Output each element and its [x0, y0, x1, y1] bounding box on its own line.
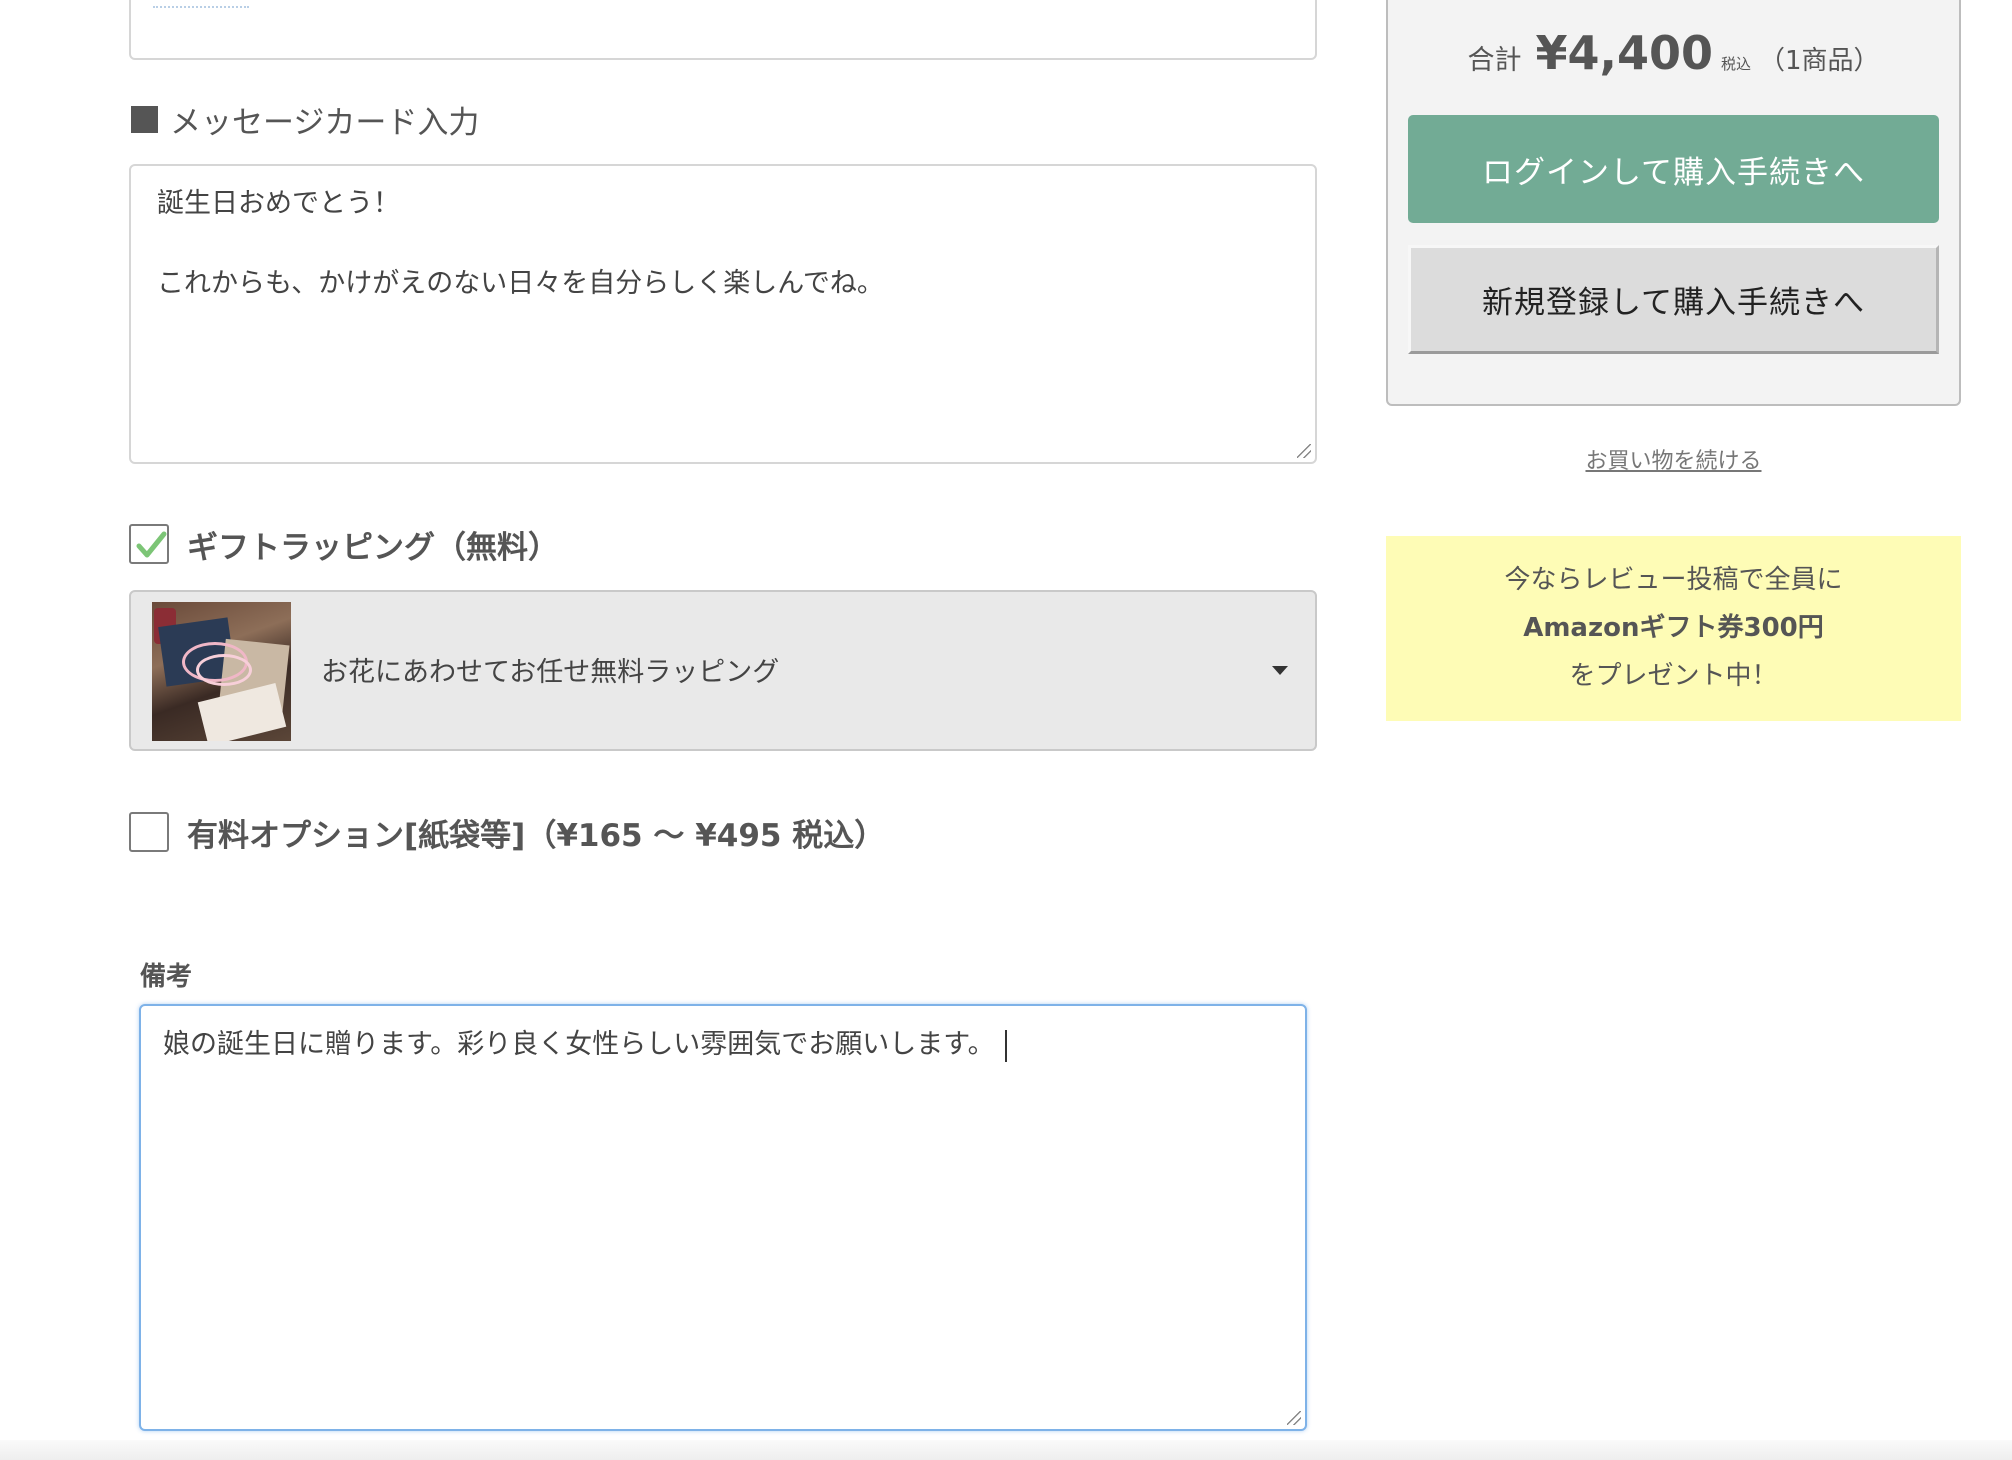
resize-handle-icon[interactable]: [1287, 1411, 1301, 1425]
wrapping-thumbnail: [152, 602, 291, 741]
register-checkout-button[interactable]: 新規登録して購入手続きへ: [1408, 245, 1939, 354]
total-label: 合計: [1467, 45, 1522, 76]
previous-field-content: [153, 0, 249, 8]
message-card-title: メッセージカード入力: [170, 104, 480, 141]
window-bottom-edge: [0, 1440, 2012, 1460]
message-card-textarea[interactable]: 誕生日おめでとう！ これからも、かけがえのない日々を自分らしく楽しんでね。: [129, 164, 1317, 464]
order-total: 合計 ¥4,400 税込 （1商品）: [1388, 26, 1959, 80]
promo-line: をプレゼント中！: [1569, 661, 1778, 691]
message-line: [157, 224, 1289, 264]
gift-wrapping-checkbox[interactable]: [129, 524, 169, 564]
remarks-value: 娘の誕生日に贈ります。彩り良く女性らしい雰囲気でお願いします。: [163, 1029, 995, 1060]
previous-field[interactable]: [129, 0, 1317, 60]
message-line: これからも、かけがえのない日々を自分らしく楽しんでね。: [157, 268, 884, 299]
remarks-label: 備考: [140, 962, 193, 992]
total-amount: ¥4,400: [1535, 26, 1713, 80]
order-summary-panel: 合計 ¥4,400 税込 （1商品） ログインして購入手続きへ 新規登録して購入手続き…: [1386, 0, 1961, 406]
checkmark-icon: [136, 531, 167, 558]
login-checkout-button[interactable]: ログインして購入手続きへ: [1408, 115, 1939, 223]
promo-line: Amazonギフト券300円: [1523, 613, 1824, 643]
remarks-textarea[interactable]: 娘の誕生日に贈ります。彩り良く女性らしい雰囲気でお願いします。: [139, 1004, 1307, 1431]
tax-label: 税込: [1720, 55, 1751, 73]
text-cursor: [1004, 1029, 1007, 1062]
message-card-heading: メッセージカード入力: [131, 97, 479, 141]
item-count: （1商品）: [1758, 46, 1880, 76]
wrapping-selected-option: お花にあわせてお任せ無料ラッピング: [321, 657, 780, 688]
review-promo-banner: 今ならレビュー投稿で全員に Amazonギフト券300円 をプレゼント中！: [1386, 536, 1961, 721]
wrapping-select[interactable]: お花にあわせてお任せ無料ラッピング: [129, 590, 1317, 751]
message-line: 誕生日おめでとう！: [157, 188, 400, 219]
continue-shopping-link[interactable]: お買い物を続ける: [1386, 443, 1961, 475]
paid-option-label[interactable]: 有料オプション[紙袋等]（¥165 〜 ¥495 税込）: [187, 810, 885, 854]
square-bullet-icon: [131, 105, 158, 133]
gift-wrapping-label[interactable]: ギフトラッピング（無料）: [187, 522, 559, 566]
paid-option-checkbox[interactable]: [129, 812, 169, 852]
resize-handle-icon[interactable]: [1297, 444, 1311, 458]
promo-line: 今ならレビュー投稿で全員に: [1504, 565, 1843, 595]
chevron-down-icon: [1272, 666, 1288, 675]
